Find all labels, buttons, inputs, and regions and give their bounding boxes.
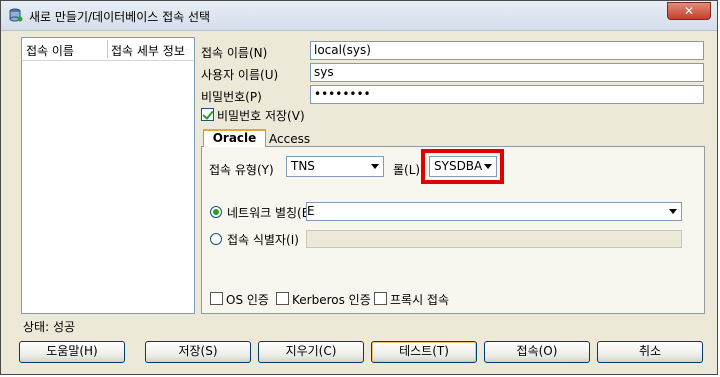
save-password-label: 비밀번호 저장(V) — [217, 109, 305, 123]
cancel-button[interactable]: 취소 — [597, 341, 703, 363]
tab-oracle[interactable]: Oracle — [203, 129, 266, 147]
save-button[interactable]: 저장(S) — [145, 341, 251, 363]
database-icon — [9, 8, 23, 22]
os-auth-checkbox[interactable] — [210, 292, 223, 305]
chevron-down-icon — [669, 209, 677, 214]
clear-button[interactable]: 지우기(C) — [258, 341, 364, 363]
network-alias-label: 네트워크 별칭(E) — [227, 206, 315, 220]
window-title: 새로 만들기/데이터베이스 접속 선택 — [29, 10, 211, 24]
title-bar: 새로 만들기/데이터베이스 접속 선택 ✕ — [1, 1, 717, 31]
conn-name-label: 접속 이름(N) — [201, 46, 268, 60]
dialog-window: 새로 만들기/데이터베이스 접속 선택 ✕ 접속 이름 접속 세부 정보 접속 … — [0, 0, 718, 375]
connect-button[interactable]: 접속(O) — [484, 341, 590, 363]
conn-identifier-input[interactable] — [306, 230, 682, 248]
proxy-conn-checkbox[interactable] — [374, 292, 387, 305]
help-button[interactable]: 도움말(H) — [19, 341, 125, 363]
test-button[interactable]: 테스트(T) — [371, 341, 477, 363]
conn-type-label: 접속 유형(Y) — [209, 163, 274, 177]
network-alias-select[interactable]: E — [306, 202, 682, 221]
conn-type-value: TNS — [291, 159, 315, 173]
username-input[interactable]: sys — [310, 63, 704, 82]
list-header: 접속 이름 접속 세부 정보 — [22, 38, 194, 61]
password-input[interactable]: •••••••• — [310, 85, 704, 104]
close-button[interactable]: ✕ — [667, 2, 711, 20]
password-label: 비밀번호(P) — [201, 90, 262, 104]
column-connection-details[interactable]: 접속 세부 정보 — [111, 42, 185, 59]
kerberos-auth-checkbox[interactable] — [276, 292, 289, 305]
conn-type-select[interactable]: TNS — [286, 156, 384, 177]
os-auth-label: OS 인증 — [226, 293, 269, 307]
conn-identifier-radio[interactable] — [210, 233, 222, 245]
connection-list[interactable]: 접속 이름 접속 세부 정보 — [21, 37, 195, 314]
kerberos-auth-label: Kerberos 인증 — [292, 293, 371, 307]
role-label: 롤(L) — [393, 163, 421, 177]
conn-name-input[interactable]: local(sys) — [310, 41, 704, 60]
proxy-conn-label: 프록시 접속 — [390, 293, 450, 307]
network-alias-radio[interactable] — [210, 206, 222, 218]
tab-access[interactable]: Access — [269, 132, 310, 146]
save-password-checkbox[interactable] — [201, 108, 214, 121]
column-divider[interactable] — [107, 40, 108, 58]
chevron-down-icon — [371, 164, 379, 169]
conn-identifier-label: 접속 식별자(I) — [227, 233, 299, 247]
network-alias-value: E — [307, 204, 315, 218]
column-connection-name[interactable]: 접속 이름 — [26, 42, 74, 59]
status-text: 상태: 성공 — [23, 320, 76, 334]
highlight-box — [421, 149, 504, 184]
username-label: 사용자 이름(U) — [201, 68, 279, 82]
